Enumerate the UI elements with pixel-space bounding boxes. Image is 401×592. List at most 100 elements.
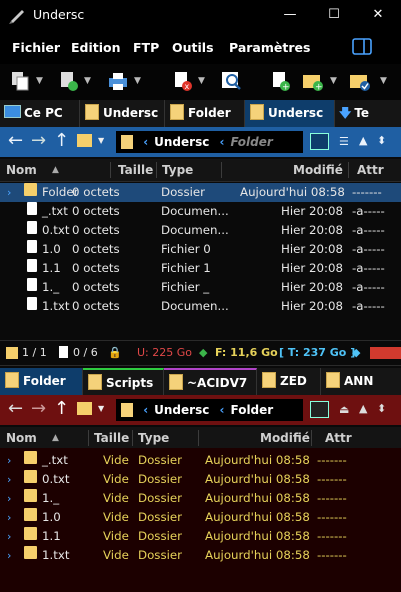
expand-chevron-icon[interactable]: › [7, 489, 11, 508]
column-type[interactable]: Type [138, 427, 169, 449]
print-dropdown-icon[interactable]: ▼ [134, 76, 141, 86]
tab-zed[interactable]: ZED [257, 368, 321, 395]
column-nom[interactable]: Nom [6, 427, 37, 449]
table-row[interactable]: 1._ 0 octets Fichier _ Hier 20:08 -a----… [0, 278, 401, 297]
column-attr[interactable]: Attr [357, 159, 384, 181]
eject-icon[interactable]: ⏏ [339, 403, 349, 416]
copy-dropdown-icon[interactable]: ▼ [36, 76, 43, 86]
tab-folder-bottom[interactable]: Folder [0, 368, 83, 395]
panel-layout-icon[interactable] [352, 38, 372, 56]
paste-icon[interactable] [58, 70, 80, 92]
menu-outils[interactable]: Outils [172, 40, 214, 55]
svg-text:+: + [282, 83, 290, 93]
folder-settings-icon[interactable] [77, 402, 92, 415]
tab-undersc-1[interactable]: Undersc [80, 100, 165, 127]
close-button[interactable]: ✕ [356, 0, 400, 30]
table-row[interactable]: › 1.1 Vide Dossier Aujourd'hui 08:58 ---… [0, 527, 401, 546]
folder-icon [88, 374, 102, 390]
new-file-icon[interactable]: + [270, 70, 292, 92]
breadcrumb-item[interactable]: Undersc [154, 403, 209, 417]
table-row[interactable]: › 1.0 Vide Dossier Aujourd'hui 08:58 ---… [0, 508, 401, 527]
up-arrow-icon[interactable]: ↑ [54, 130, 69, 151]
row-size: 0 octets [72, 261, 120, 275]
folder-count: 1 / 1 [22, 346, 47, 359]
delete-dropdown-icon[interactable]: ▼ [198, 76, 205, 86]
menu-fichier[interactable]: Fichier [12, 40, 60, 55]
tab-scripts[interactable]: Scripts [83, 368, 164, 397]
back-arrow-icon[interactable]: ← [8, 130, 23, 151]
maximize-button[interactable]: ☐ [312, 0, 356, 30]
tab-te[interactable]: 🡇 Te [335, 100, 401, 127]
sort-down-icon[interactable]: ⬍ [377, 134, 386, 147]
column-nom[interactable]: Nom [6, 159, 37, 181]
table-row[interactable]: › Folder 0 octets Dossier Aujourd'hui 08… [0, 183, 401, 202]
table-row[interactable]: › _.txt Vide Dossier Aujourd'hui 08:58 -… [0, 451, 401, 470]
folder-settings-icon[interactable] [77, 134, 92, 147]
table-row[interactable]: 1.1 0 octets Fichier 1 Hier 20:08 -a----… [0, 259, 401, 278]
column-modifie[interactable]: Modifié [260, 427, 310, 449]
menu-parametres[interactable]: Paramètres [229, 40, 310, 55]
file-icon [27, 259, 37, 272]
breadcrumb-item[interactable]: Folder [230, 403, 273, 417]
select-folder-icon[interactable] [349, 70, 371, 92]
forward-arrow-icon[interactable]: → [31, 398, 46, 419]
row-size: 0 octets [72, 242, 120, 256]
table-row[interactable]: 0.txt 0 octets Documen... Hier 20:08 -a-… [0, 221, 401, 240]
back-arrow-icon[interactable]: ← [8, 398, 23, 419]
breadcrumb-item[interactable]: Folder [230, 135, 272, 149]
address-breadcrumb[interactable]: ‹ Undersc ‹ Folder [116, 131, 303, 153]
address-breadcrumb-bottom[interactable]: ‹ Undersc ‹ Folder [116, 399, 303, 421]
sort-up-icon[interactable]: ▲ [359, 134, 367, 147]
expand-chevron-icon[interactable]: › [7, 546, 11, 565]
column-modifie[interactable]: Modifié [293, 159, 343, 181]
tab-folder[interactable]: Folder [165, 100, 245, 127]
print-icon[interactable] [107, 70, 129, 92]
expand-chevron-icon[interactable]: › [7, 470, 11, 489]
column-attr[interactable]: Attr [325, 427, 352, 449]
paste-dropdown-icon[interactable]: ▼ [84, 76, 91, 86]
tab-undersc-active[interactable]: Undersc [245, 100, 335, 127]
menu-ftp[interactable]: FTP [133, 40, 159, 55]
file-icon [27, 297, 37, 310]
svg-text:+: + [315, 83, 323, 93]
folder-settings-dropdown-icon[interactable]: ▼ [98, 404, 104, 413]
table-row[interactable]: _.txt 0 octets Documen... Hier 20:08 -a-… [0, 202, 401, 221]
folder-icon [24, 489, 37, 502]
column-type[interactable]: Type [162, 159, 193, 181]
table-row[interactable]: 1.0 0 octets Fichier 0 Hier 20:08 -a----… [0, 240, 401, 259]
copy-icon[interactable] [10, 70, 32, 92]
expand-chevron-icon[interactable]: › [7, 508, 11, 527]
breadcrumb-item[interactable]: Undersc [154, 135, 209, 149]
filter-icon[interactable]: ☰ [339, 135, 349, 148]
menu-edition[interactable]: Edition [71, 40, 121, 55]
delete-icon[interactable]: x [172, 70, 194, 92]
forward-arrow-icon[interactable]: → [31, 130, 46, 151]
select-dropdown-icon[interactable]: ▼ [380, 76, 387, 86]
file-count: 0 / 6 [73, 346, 98, 359]
expand-chevron-icon[interactable]: › [7, 451, 11, 470]
expand-chevron-icon[interactable]: › [7, 183, 11, 202]
new-folder-dropdown-icon[interactable]: ▼ [330, 76, 337, 86]
search-icon[interactable] [221, 70, 243, 92]
tab-ann[interactable]: ANN [321, 368, 401, 395]
new-folder-icon[interactable]: + [302, 70, 324, 92]
favorite-folder-icon[interactable] [310, 133, 329, 150]
table-row[interactable]: › 0.txt Vide Dossier Aujourd'hui 08:58 -… [0, 470, 401, 489]
table-row[interactable]: › 1._ Vide Dossier Aujourd'hui 08:58 ---… [0, 489, 401, 508]
column-taille[interactable]: Taille [94, 427, 129, 449]
column-taille[interactable]: Taille [118, 159, 153, 181]
table-row[interactable]: › 1.txt Vide Dossier Aujourd'hui 08:58 -… [0, 546, 401, 565]
tab-acidv7[interactable]: ~ACIDV7 [164, 368, 257, 397]
sort-down-icon[interactable]: ⬍ [377, 402, 386, 415]
row-modified: Hier 20:08 [281, 299, 344, 313]
minimize-button[interactable]: — [268, 0, 312, 30]
table-row[interactable]: 1.txt 0 octets Documen... Hier 20:08 -a-… [0, 297, 401, 316]
favorite-folder-icon[interactable] [310, 401, 329, 418]
row-modified: Aujourd'hui 08:58 [240, 185, 345, 199]
up-arrow-icon[interactable]: ↑ [54, 398, 69, 419]
folder-settings-dropdown-icon[interactable]: ▼ [98, 136, 104, 145]
breadcrumb-chevron-icon: ‹ [219, 403, 225, 417]
sort-up-icon[interactable]: ▲ [359, 402, 367, 415]
tab-ce-pc[interactable]: Ce PC [0, 100, 80, 127]
expand-chevron-icon[interactable]: › [7, 527, 11, 546]
